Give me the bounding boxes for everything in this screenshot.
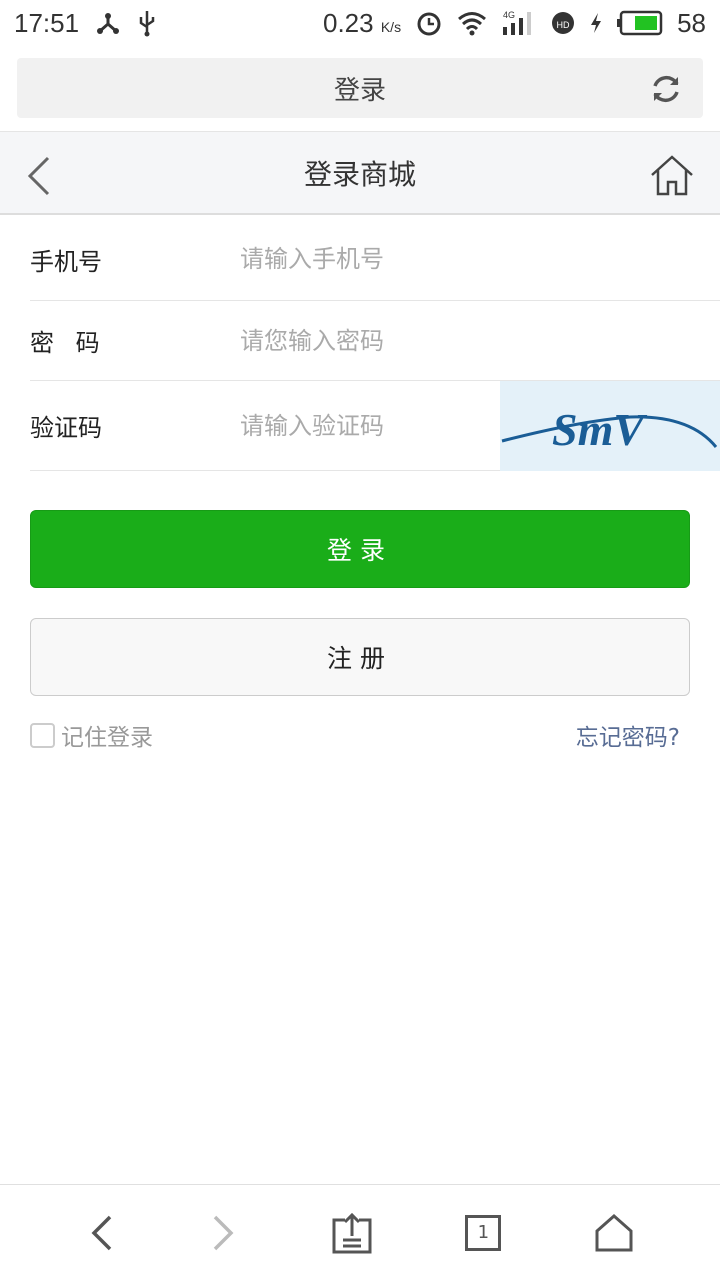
header-title: 登录商城 <box>303 157 416 191</box>
captcha-image[interactable]: SmV <box>500 381 720 471</box>
password-label: 密 码 <box>30 329 100 357</box>
share-icon <box>97 13 120 34</box>
page-header: 登录商城 <box>0 131 720 215</box>
battery-level: 58 <box>677 7 706 38</box>
password-row: 密 码 <box>30 301 720 381</box>
captcha-input[interactable] <box>240 411 490 440</box>
forward-icon[interactable] <box>209 1213 239 1253</box>
alarm-icon <box>417 12 441 36</box>
phone-label: 手机号 <box>30 247 102 276</box>
remember-label[interactable]: 记住登录 <box>61 718 153 752</box>
phone-row: 手机号 <box>30 218 720 301</box>
login-options: 记住登录 忘记密码? <box>30 718 680 752</box>
password-input[interactable] <box>240 326 490 355</box>
network-speed: 0.23 K/s <box>323 7 402 38</box>
tabs-count: 1 <box>477 1222 490 1243</box>
captcha-label: 验证码 <box>30 414 102 442</box>
register-button[interactable]: 注册 <box>30 618 690 696</box>
captcha-row: 验证码 SmV <box>30 381 720 471</box>
hd-icon: HD <box>552 12 575 34</box>
usb-icon <box>139 11 155 37</box>
status-bar: 17:51 0.23 K/s 4G HD 58 <box>0 0 720 46</box>
back-icon[interactable] <box>86 1213 116 1253</box>
address-bar[interactable]: 登录 <box>17 58 703 118</box>
svg-text:HD: HD <box>557 20 570 30</box>
reload-icon[interactable] <box>649 72 683 106</box>
remember-checkbox[interactable] <box>30 722 55 748</box>
signal-icon: 4G <box>503 10 532 35</box>
home-icon[interactable] <box>650 154 694 196</box>
phone-input[interactable] <box>240 245 490 273</box>
battery-icon <box>617 10 663 36</box>
home-nav-icon[interactable] <box>594 1213 634 1253</box>
back-arrow-icon[interactable] <box>26 156 52 196</box>
wifi-icon <box>458 12 487 36</box>
charging-icon <box>591 13 602 33</box>
page-title: 登录 <box>333 75 386 106</box>
svg-text:SmV: SmV <box>552 404 647 455</box>
clock: 17:51 <box>14 7 80 38</box>
share-menu-icon[interactable] <box>331 1212 373 1254</box>
browser-toolbar: 1 <box>0 1184 720 1280</box>
svg-text:4G: 4G <box>503 10 515 20</box>
forgot-password-link[interactable]: 忘记密码? <box>576 718 680 752</box>
login-button[interactable]: 登录 <box>30 510 690 588</box>
tabs-button[interactable]: 1 <box>465 1214 502 1251</box>
